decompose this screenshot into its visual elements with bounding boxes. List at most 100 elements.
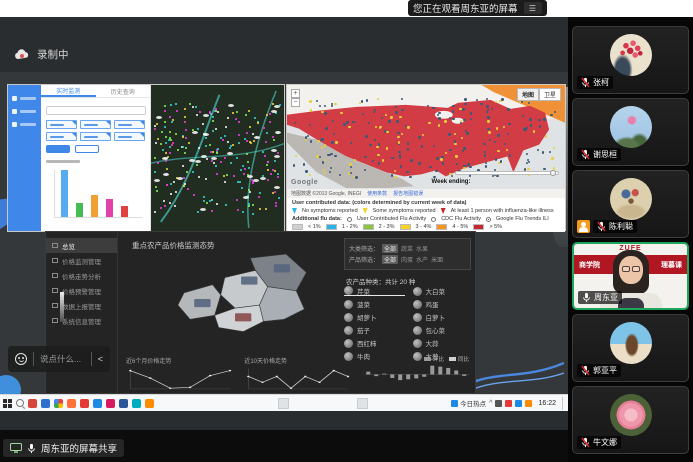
news-icon bbox=[451, 400, 458, 407]
admin-filter-panel: 实时监测 历史查询 bbox=[41, 85, 151, 231]
product-item[interactable]: 胡萝卜 bbox=[344, 312, 405, 322]
emoji-icon[interactable] bbox=[15, 353, 27, 365]
taskbar-search-icon[interactable] bbox=[16, 399, 24, 407]
product-item[interactable]: 大蒜 bbox=[413, 338, 474, 348]
additional-data-title: Additional flu data: bbox=[292, 216, 342, 222]
map-type-button[interactable]: 地图 bbox=[517, 88, 539, 101]
radio-user-contributed[interactable] bbox=[347, 217, 352, 222]
participant-tile-active-speaker[interactable]: ZUFE 商学院 理慕课 周东亚 bbox=[572, 242, 689, 310]
admin-sidebar-item[interactable] bbox=[8, 105, 41, 118]
admin-search-input[interactable] bbox=[46, 106, 146, 115]
filter-option[interactable]: 蔬菜 bbox=[401, 244, 413, 253]
avatar-beach bbox=[610, 322, 652, 364]
tray-icon[interactable] bbox=[495, 400, 502, 407]
product-item[interactable]: 白萝卜 bbox=[413, 312, 474, 322]
news-widget[interactable]: 今日热点 bbox=[451, 398, 486, 408]
admin-filter-button[interactable] bbox=[114, 132, 145, 141]
dashboard-menu-item[interactable]: 价格预警管理 bbox=[46, 283, 117, 298]
filter-option[interactable]: 全部 bbox=[382, 255, 398, 264]
admin-filter-button[interactable] bbox=[114, 120, 145, 129]
filter-option[interactable]: 水果 bbox=[416, 244, 428, 253]
product-item[interactable]: 菠菜 bbox=[344, 299, 405, 309]
product-item[interactable]: 大白菜 bbox=[413, 286, 474, 296]
taskbar-app-icon[interactable] bbox=[132, 399, 141, 408]
admin-sidebar-item[interactable] bbox=[8, 118, 41, 131]
admin-reset-button[interactable] bbox=[75, 145, 99, 153]
view-options-menu-icon[interactable]: ☰ bbox=[524, 2, 542, 14]
participant-name: 郭亚平 bbox=[593, 365, 617, 376]
admin-bar-chart bbox=[46, 160, 146, 226]
mic-muted-icon bbox=[581, 365, 590, 376]
radio-google-flu-trends[interactable] bbox=[486, 217, 491, 222]
share-status-text: 周东亚的屏幕共享 bbox=[41, 441, 117, 455]
dashboard-menu-item[interactable]: 价格走势分析 bbox=[46, 268, 117, 283]
open-window-button[interactable] bbox=[278, 398, 289, 409]
map-zoom-control[interactable]: +− bbox=[291, 89, 300, 107]
participant-tile[interactable]: 谢思桓 bbox=[572, 98, 689, 166]
recording-label: 录制中 bbox=[37, 47, 69, 62]
filter-option[interactable]: 水产 bbox=[416, 255, 428, 264]
admin-sidebar-item[interactable] bbox=[8, 92, 41, 105]
pin-red-icon bbox=[441, 208, 446, 214]
taskbar-app-icon[interactable] bbox=[93, 399, 102, 408]
filter-option[interactable]: 全部 bbox=[382, 244, 398, 253]
tray-expand-icon[interactable]: ^ bbox=[489, 400, 492, 407]
city-satellite-map[interactable] bbox=[151, 85, 284, 231]
tray-icon[interactable] bbox=[515, 400, 522, 407]
radio-cdc[interactable] bbox=[431, 217, 436, 222]
filter-option[interactable]: 米面 bbox=[431, 255, 443, 264]
filter-option[interactable]: 肉蛋 bbox=[401, 255, 413, 264]
mic-muted-icon bbox=[581, 77, 590, 88]
taskbar-app-icon[interactable] bbox=[28, 399, 37, 408]
dashboard-filters: 大类筛选： 全部 蔬菜 水果 产品筛选： 全部 肉蛋 水产 米面 bbox=[344, 238, 471, 270]
province-choropleth-map[interactable] bbox=[126, 250, 344, 352]
admin-tab-history[interactable]: 历史查询 bbox=[96, 85, 151, 97]
avatar-plum-blossom bbox=[610, 34, 652, 76]
dashboard-menu-item[interactable]: 总览 bbox=[46, 238, 117, 253]
taskbar-app-icon[interactable] bbox=[106, 399, 115, 408]
collapse-chevron-icon[interactable]: < bbox=[98, 354, 103, 364]
terms-link[interactable]: 使用条款 bbox=[367, 190, 387, 197]
dashboard-menu-item[interactable]: 数据上报管理 bbox=[46, 298, 117, 313]
taskbar-app-icon[interactable] bbox=[145, 399, 154, 408]
product-item[interactable]: 茄子 bbox=[344, 325, 405, 335]
admin-filter-button[interactable] bbox=[46, 132, 77, 141]
participant-name: 周东亚 bbox=[594, 292, 618, 303]
participant-tile[interactable]: 张柯 bbox=[572, 26, 689, 94]
participant-tile[interactable]: 牛文娜 bbox=[572, 386, 689, 454]
admin-submit-button[interactable] bbox=[46, 145, 70, 153]
product-item[interactable]: 鸡蛋 bbox=[413, 299, 474, 309]
mic-muted-icon bbox=[581, 149, 590, 160]
scale-swatch bbox=[436, 224, 447, 230]
participant-tile[interactable]: 郭亚平 bbox=[572, 314, 689, 382]
price-trend-6m-chart: 近6个月价格走势 bbox=[126, 356, 234, 390]
chrome-icon[interactable] bbox=[54, 399, 63, 408]
product-item[interactable]: 包心菜 bbox=[413, 325, 474, 335]
firefox-icon[interactable] bbox=[67, 399, 76, 408]
product-item[interactable]: 芹菜 bbox=[344, 286, 405, 296]
pin-blue-icon bbox=[292, 208, 297, 214]
dashboard-menu-item[interactable]: 价格监测管理 bbox=[46, 253, 117, 268]
show-desktop-button[interactable] bbox=[562, 397, 565, 410]
admin-filter-button[interactable] bbox=[80, 120, 111, 129]
tray-icon[interactable] bbox=[505, 400, 512, 407]
taskbar-app-icon[interactable] bbox=[80, 399, 89, 408]
report-error-link[interactable]: 报告地图错误 bbox=[393, 190, 423, 197]
open-window-button[interactable] bbox=[357, 398, 368, 409]
participant-tile[interactable]: 陈利聪 bbox=[572, 170, 689, 238]
admin-tab-live[interactable]: 实时监测 bbox=[41, 85, 96, 97]
admin-filter-button[interactable] bbox=[80, 132, 111, 141]
admin-filter-button[interactable] bbox=[46, 120, 77, 129]
word-icon[interactable] bbox=[119, 399, 128, 408]
week-slider[interactable] bbox=[455, 171, 559, 175]
us-flu-map[interactable]: +− 地图 卫星 Week ending: Google bbox=[287, 85, 565, 189]
pin-yellow-icon bbox=[363, 208, 368, 214]
tray-icon[interactable] bbox=[525, 400, 532, 407]
windows-start-icon[interactable] bbox=[3, 399, 12, 408]
taskbar-app-icon[interactable] bbox=[41, 399, 50, 408]
chat-input[interactable]: 说点什么... bbox=[40, 353, 85, 365]
product-item[interactable]: 西红柿 bbox=[344, 338, 405, 348]
dashboard-menu-item[interactable]: 系统信息管理 bbox=[46, 313, 117, 328]
satellite-type-button[interactable]: 卫星 bbox=[539, 88, 561, 101]
taskbar-clock[interactable]: 16:22 bbox=[538, 400, 556, 407]
